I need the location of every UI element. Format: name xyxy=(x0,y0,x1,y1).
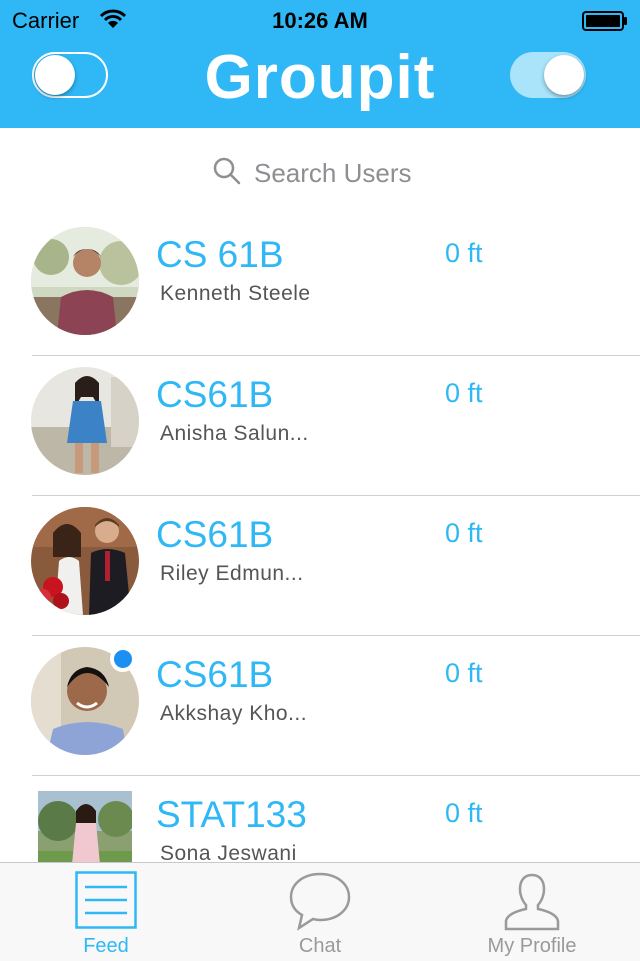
tab-feed[interactable]: Feed xyxy=(40,863,172,961)
status-bar: Carrier 10:26 AM xyxy=(0,0,640,40)
search-input[interactable] xyxy=(254,156,534,190)
user-name: Kenneth Steele xyxy=(160,282,311,305)
user-name: Akkshay Kho... xyxy=(160,702,308,725)
tab-bar: Feed Chat My Profile xyxy=(0,862,640,961)
avatar xyxy=(31,227,139,335)
tab-label: Chat xyxy=(298,935,342,957)
chat-bubble-icon xyxy=(289,871,351,936)
distance-label: 0 ft xyxy=(445,798,483,828)
course-label: CS61B xyxy=(156,654,274,695)
feed-item[interactable]: CS 61B Kenneth Steele 0 ft xyxy=(0,216,640,356)
avatar xyxy=(31,367,139,475)
search-bar[interactable] xyxy=(0,152,640,192)
app-header: Carrier 10:26 AM Groupit xyxy=(0,0,640,128)
person-icon xyxy=(504,871,560,936)
tab-label: My Profile xyxy=(487,935,577,957)
course-label: CS 61B xyxy=(156,234,284,275)
online-status-dot xyxy=(110,646,136,672)
battery-icon xyxy=(582,11,628,31)
toggle-knob xyxy=(544,55,584,95)
feed-item[interactable]: CS61B Akkshay Kho... 0 ft xyxy=(0,636,640,776)
distance-label: 0 ft xyxy=(445,658,483,688)
course-label: CS61B xyxy=(156,374,274,415)
user-name: Anisha Salun... xyxy=(160,422,309,445)
user-name: Riley Edmun... xyxy=(160,562,304,585)
feed-item[interactable]: CS61B Riley Edmun... 0 ft xyxy=(0,496,640,636)
status-time: 10:26 AM xyxy=(272,8,368,33)
distance-label: 0 ft xyxy=(445,238,483,268)
tab-my-profile[interactable]: My Profile xyxy=(452,863,612,961)
avatar xyxy=(31,507,139,615)
course-label: CS61B xyxy=(156,514,274,555)
search-icon xyxy=(212,156,242,191)
tab-label: Feed xyxy=(83,935,129,957)
feed-item[interactable]: CS61B Anisha Salun... 0 ft xyxy=(0,356,640,496)
tab-chat[interactable]: Chat xyxy=(254,863,386,961)
course-label: STAT133 xyxy=(156,794,307,835)
distance-label: 0 ft xyxy=(445,378,483,408)
right-toggle-switch[interactable] xyxy=(510,52,586,98)
distance-label: 0 ft xyxy=(445,518,483,548)
list-icon xyxy=(75,871,137,934)
